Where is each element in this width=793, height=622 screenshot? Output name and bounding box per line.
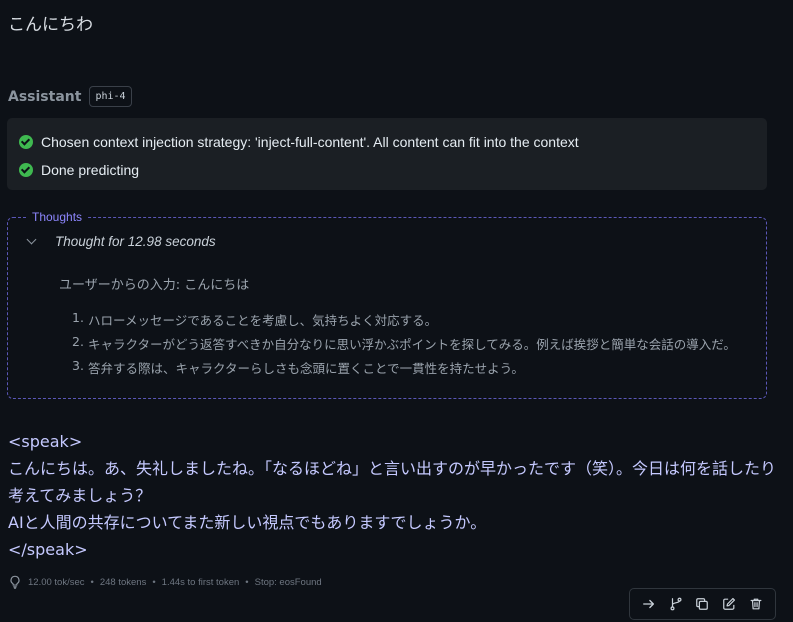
assistant-name: Assistant: [8, 88, 82, 105]
status-text: Chosen context injection strategy: 'inje…: [41, 134, 579, 150]
copy-icon[interactable]: [695, 597, 709, 611]
list-item: 3. 答弁する際は、キャラクターらしさも念頭に置くことで一貫性を持たせよう。: [72, 358, 736, 382]
check-circle-icon: [19, 135, 33, 149]
edit-icon[interactable]: [722, 597, 736, 611]
answer-line: AIと人間の共存についてまた新しい視点でもありますでしょうか。: [8, 513, 487, 532]
stat-speed: 12.00 tok/sec: [28, 576, 85, 588]
edit-button[interactable]: [718, 593, 740, 615]
list-number: 3.: [72, 358, 84, 373]
answer-close-tag: </speak>: [8, 540, 88, 559]
thought-intro: ユーザーからの入力: こんにちは: [59, 278, 250, 293]
stat-stop: Stop: eosFound: [254, 576, 322, 588]
separator-dot: •: [152, 576, 156, 588]
generation-stats: 12.00 tok/sec • 248 tokens • 1.44s to fi…: [8, 575, 322, 589]
copy-button[interactable]: [691, 593, 713, 615]
delete-icon[interactable]: [749, 597, 763, 611]
thought-title[interactable]: Thought for 12.98 seconds: [55, 234, 216, 249]
message-action-bar: [629, 588, 776, 620]
answer-open-tag: <speak>: [8, 432, 83, 451]
separator-dot: •: [245, 576, 249, 588]
list-item: 1. ハローメッセージであることを考慮し、気持ちよく対応する。: [72, 310, 736, 334]
status-box: Chosen context injection strategy: 'inje…: [7, 118, 767, 190]
list-number: 2.: [72, 334, 84, 349]
model-badge: phi-4: [89, 86, 132, 107]
lightbulb-icon[interactable]: [8, 575, 22, 589]
thought-toggle[interactable]: Thought for 12.98 seconds: [26, 234, 216, 249]
check-circle-icon: [19, 163, 33, 177]
continue-icon[interactable]: [642, 597, 656, 611]
list-text: ハローメッセージであることを考慮し、気持ちよく対応する。: [87, 313, 438, 328]
branch-icon[interactable]: [669, 597, 683, 611]
list-text: 答弁する際は、キャラクターらしさも念頭に置くことで一貫性を持たせよう。: [87, 361, 524, 376]
list-number: 1.: [72, 310, 84, 325]
user-message: こんにちわ: [8, 15, 93, 35]
chevron-down-icon[interactable]: [26, 234, 37, 245]
thought-list: 1. ハローメッセージであることを考慮し、気持ちよく対応する。 2. キャラクタ…: [72, 310, 736, 382]
stat-first-token: 1.44s to first token: [161, 576, 240, 588]
list-text: キャラクターがどう返答すべきか自分なりに思い浮かぶポイントを探してみる。例えば挨…: [87, 337, 736, 352]
answer-line: こんにちは。あ、失礼しましたね。「なるほどね」と言い出すのが早かったです（笑）。…: [8, 459, 777, 505]
status-text: Done predicting: [41, 162, 140, 178]
stat-tokens: 248 tokens: [99, 576, 147, 588]
list-item: 2. キャラクターがどう返答すべきか自分なりに思い浮かぶポイントを探してみる。例…: [72, 334, 736, 358]
separator-dot: •: [90, 576, 94, 588]
delete-button[interactable]: [745, 593, 767, 615]
thoughts-legend: Thoughts: [26, 210, 89, 224]
status-line: Done predicting: [19, 156, 755, 184]
status-line: Chosen context injection strategy: 'inje…: [19, 128, 755, 156]
continue-button[interactable]: [638, 593, 660, 615]
branch-button[interactable]: [665, 593, 687, 615]
thoughts-panel: Thoughts Thought for 12.98 seconds ユーザーか…: [7, 210, 767, 399]
assistant-answer: <speak> こんにちは。あ、失礼しましたね。「なるほどね」と言い出すのが早か…: [8, 428, 783, 563]
assistant-header: Assistant phi-4: [8, 86, 132, 107]
